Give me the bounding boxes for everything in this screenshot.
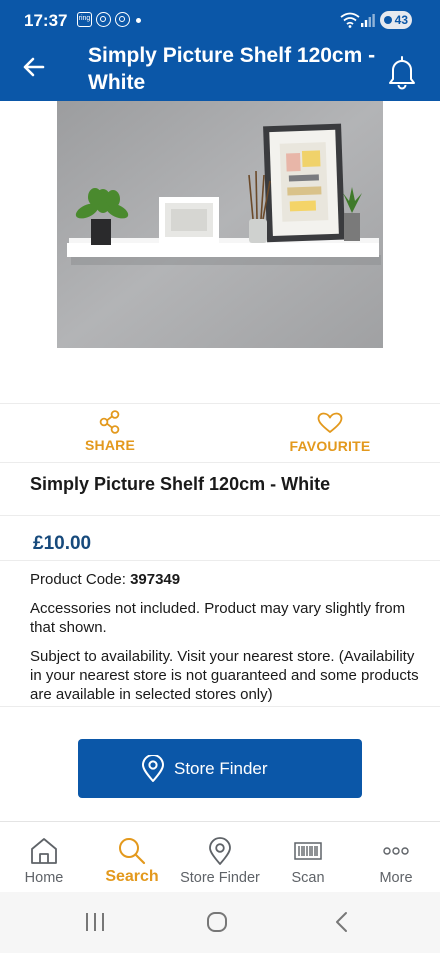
arrow-left-icon[interactable] <box>21 54 47 80</box>
bottom-navigation: Home Search Store Finder Scan More <box>0 821 440 892</box>
location-pin-icon <box>209 837 231 865</box>
nav-store-finder[interactable]: Store Finder <box>176 822 264 893</box>
nav-scan-label: Scan <box>291 870 325 886</box>
share-label: SHARE <box>84 437 135 453</box>
status-time: 17:37 <box>24 11 68 30</box>
store-finder-button[interactable]: Store Finder <box>78 739 362 798</box>
nav-store-finder-label: Store Finder <box>180 870 260 886</box>
barcode-icon <box>294 842 322 860</box>
nav-search[interactable]: Search <box>88 822 176 893</box>
nav-home[interactable]: Home <box>0 822 88 893</box>
system-navigation-bar <box>0 892 440 953</box>
nav-home-label: Home <box>24 870 64 886</box>
divider <box>0 403 440 404</box>
divider <box>0 560 440 561</box>
home-button-icon[interactable] <box>205 910 229 934</box>
nav-scan[interactable]: Scan <box>264 822 352 893</box>
nav-more-label: More <box>379 870 413 886</box>
search-icon <box>119 838 146 865</box>
availability-note: Subject to availability. Visit your near… <box>30 648 419 703</box>
favourite-label: FAVOURITE <box>289 438 371 454</box>
page-title: Simply Picture Shelf 120cm - White <box>88 44 376 94</box>
wifi-icon <box>340 12 360 28</box>
bell-icon[interactable] <box>386 54 418 90</box>
product-code-row: Product Code: 397349 <box>30 570 430 589</box>
home-icon <box>31 838 57 864</box>
favourite-button[interactable]: FAVOURITE <box>275 408 385 458</box>
status-bar: 17:37 ring 43 <box>0 0 440 38</box>
nav-more[interactable]: More <box>352 822 440 893</box>
notification-circle-icon <box>115 12 130 27</box>
store-finder-button-label: Store Finder <box>174 759 268 778</box>
product-code-value: 397349 <box>130 571 181 588</box>
recent-apps-icon[interactable] <box>84 910 106 934</box>
heart-icon <box>317 412 343 433</box>
more-dots-icon <box>383 847 409 855</box>
back-chevron-icon[interactable] <box>331 910 351 934</box>
divider <box>0 706 440 707</box>
share-button[interactable]: SHARE <box>60 408 160 458</box>
product-image[interactable] <box>57 101 383 348</box>
divider <box>0 462 440 463</box>
signal-icon <box>361 14 375 27</box>
divider <box>0 515 440 516</box>
ring-app-icon: ring <box>77 12 92 27</box>
product-price: £10.00 <box>33 533 92 554</box>
product-note: Accessories not included. Product may va… <box>30 600 406 636</box>
product-title: Simply Picture Shelf 120cm - White <box>30 474 331 494</box>
battery-indicator: 43 <box>380 11 412 29</box>
location-pin-icon <box>142 755 164 782</box>
notification-circle-icon <box>96 12 111 27</box>
more-notifications-dot-icon <box>136 18 141 23</box>
app-header: 17:37 ring 43 Simply Picture Shelf 120cm… <box>0 0 440 101</box>
nav-search-label: Search <box>105 868 159 885</box>
product-code-label: Product Code: <box>30 571 126 588</box>
product-photo-illustration <box>57 101 383 348</box>
share-icon <box>99 410 120 434</box>
